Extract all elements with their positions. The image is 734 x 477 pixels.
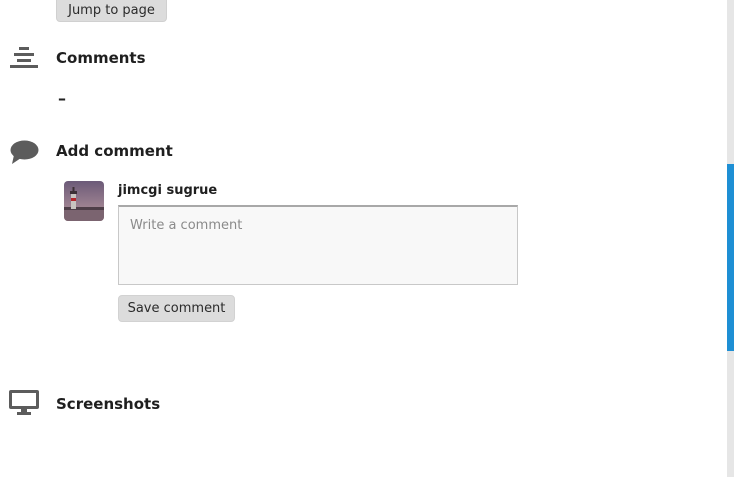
comments-heading: Comments bbox=[56, 49, 146, 67]
speech-bubble-icon bbox=[10, 140, 39, 164]
list-lines-icon bbox=[10, 47, 38, 68]
avatar bbox=[64, 181, 104, 221]
avatar-image bbox=[64, 181, 104, 221]
scrollbar-thumb[interactable] bbox=[727, 164, 734, 351]
jump-to-page-button[interactable]: Jump to page bbox=[56, 0, 167, 22]
page: Jump to page Comments – Add comment jimc… bbox=[0, 0, 734, 477]
monitor-icon bbox=[9, 390, 39, 415]
comment-input[interactable] bbox=[118, 205, 518, 285]
screenshots-heading: Screenshots bbox=[56, 395, 161, 413]
add-comment-heading: Add comment bbox=[56, 142, 173, 160]
save-comment-button[interactable]: Save comment bbox=[118, 295, 235, 322]
comments-empty-indicator: – bbox=[58, 89, 66, 108]
comment-author-name: jimcgi sugrue bbox=[118, 183, 218, 198]
